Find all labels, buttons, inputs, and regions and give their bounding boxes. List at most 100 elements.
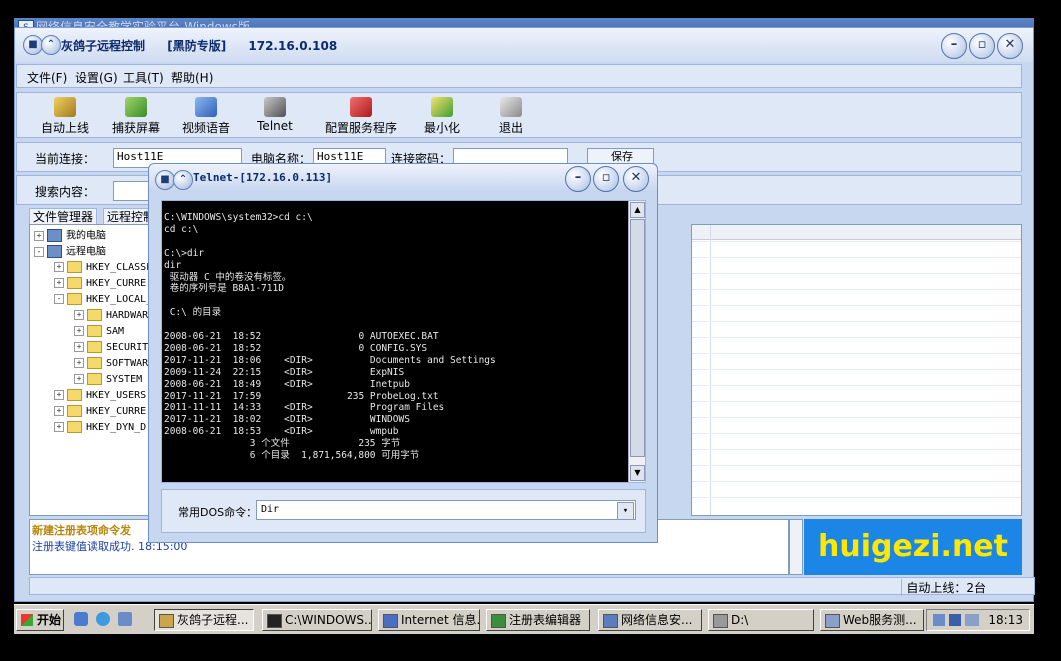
- telnet-system-menu-icon[interactable]: ■: [155, 170, 175, 190]
- list-column-divider[interactable]: [710, 225, 711, 515]
- exit-button[interactable]: 退出: [491, 97, 531, 136]
- minimize-tool-button[interactable]: 最小化: [419, 97, 465, 136]
- task-app-icon: [713, 614, 728, 628]
- task-label: D:\: [731, 613, 749, 627]
- telnet-minimize-button[interactable]: –: [565, 166, 591, 192]
- console-scroll-thumb[interactable]: [630, 219, 645, 457]
- tree-node[interactable]: + SECURIT: [74, 341, 148, 355]
- tree-node[interactable]: + HKEY_CURRE: [54, 277, 146, 291]
- menu-tools[interactable]: 工具(T): [123, 69, 164, 86]
- menu-help[interactable]: 帮助(H): [171, 69, 213, 86]
- app-title-ip: 172.16.0.108: [248, 39, 338, 53]
- maximize-window-button[interactable]: ▫: [969, 33, 995, 59]
- console-line: 驱动器 C 中的卷没有标签。: [164, 271, 292, 283]
- quicklaunch-explorer-icon[interactable]: [118, 612, 132, 626]
- list-gridline: [692, 257, 1021, 258]
- tree-node[interactable]: + HKEY_CURRE: [54, 405, 146, 419]
- tree-node[interactable]: + SYSTEM: [74, 373, 142, 387]
- expand-plus-icon[interactable]: +: [34, 230, 44, 241]
- console-scrollbar[interactable]: ▲ ▼: [628, 201, 645, 482]
- tab-file-manager[interactable]: 文件管理器: [29, 208, 98, 225]
- taskbar-task[interactable]: C:\WINDOWS...: [262, 609, 372, 631]
- config-server-icon: [350, 97, 372, 117]
- tree-node[interactable]: - 远程电脑: [34, 245, 106, 259]
- collapse-minus-icon[interactable]: -: [54, 294, 64, 304]
- telnet-restore-arrows-icon[interactable]: ⌃: [173, 170, 193, 190]
- telnet-close-button[interactable]: ✕: [623, 166, 649, 192]
- chevron-down-icon[interactable]: ▾: [617, 502, 634, 520]
- taskbar-task[interactable]: Internet 信息...: [378, 609, 480, 631]
- minimize-tool-label: 最小化: [423, 121, 460, 135]
- expand-plus-icon[interactable]: +: [74, 310, 84, 320]
- telnet-maximize-button[interactable]: ▫: [593, 166, 619, 192]
- tree-node-label: SOFTWAR: [106, 358, 149, 369]
- log-scrollbar[interactable]: [789, 519, 803, 575]
- menu-file[interactable]: 文件(F): [27, 69, 67, 86]
- expand-plus-icon[interactable]: +: [74, 374, 84, 384]
- tray-network-icon[interactable]: [933, 614, 945, 626]
- capture-screen-button[interactable]: 捕获屏幕: [107, 97, 165, 136]
- video-voice-button[interactable]: 视频语音: [177, 97, 235, 136]
- expand-plus-icon[interactable]: +: [54, 262, 64, 272]
- close-window-button[interactable]: ✕: [997, 33, 1023, 59]
- tree-node[interactable]: + SAM: [74, 325, 124, 339]
- expand-plus-icon[interactable]: +: [74, 342, 84, 352]
- folder-icon: [67, 405, 82, 417]
- auto-online-button[interactable]: 自动上线: [37, 97, 93, 136]
- scroll-up-icon[interactable]: ▲: [630, 202, 645, 218]
- tree-node[interactable]: + HKEY_DYN_D: [54, 421, 146, 435]
- list-gridline: [692, 241, 1021, 242]
- quicklaunch-ie-icon[interactable]: [96, 612, 110, 626]
- expand-plus-icon[interactable]: +: [54, 422, 64, 432]
- tree-node[interactable]: + HKEY_USERS: [54, 389, 146, 403]
- task-label: Web服务测...: [843, 613, 917, 627]
- expand-plus-icon[interactable]: +: [74, 326, 84, 336]
- tree-node-label: HARDWAR: [106, 310, 149, 321]
- command-area: 常用DOS命令： Dir ▾: [161, 489, 646, 533]
- telnet-titlebar: ■ ⌃ Telnet-[172.16.0.113] – ▫ ✕: [149, 164, 657, 192]
- console-line: 2008-06-21 18:53 <DIR> wmpub: [164, 426, 399, 438]
- list-gridline: [692, 481, 1021, 482]
- tree-node[interactable]: + SOFTWAR: [74, 357, 148, 371]
- collapse-minus-icon[interactable]: -: [34, 246, 44, 257]
- computer-icon: [47, 245, 62, 258]
- system-menu-icon[interactable]: ■: [23, 35, 43, 55]
- taskbar-task[interactable]: D:\: [708, 609, 814, 631]
- start-button[interactable]: 开始: [16, 609, 64, 631]
- taskbar-task[interactable]: 网络信息安...: [598, 609, 702, 631]
- tray-nis-icon[interactable]: [965, 614, 979, 626]
- dos-command-select[interactable]: Dir ▾: [256, 500, 636, 520]
- expand-plus-icon[interactable]: +: [54, 390, 64, 400]
- console-line: 3 个文件 235 字节: [164, 438, 401, 450]
- taskbar-task[interactable]: 灰鸽子远程...: [154, 609, 254, 631]
- tray-monitor-icon[interactable]: [949, 614, 961, 626]
- tree-node[interactable]: - HKEY_LOCAL_: [54, 293, 152, 307]
- console-line: 2017-11-21 18:06 <DIR> Documents and Set…: [164, 354, 496, 366]
- expand-plus-icon[interactable]: +: [54, 278, 64, 288]
- tree-node-label: HKEY_USERS: [86, 390, 147, 401]
- tree-node[interactable]: + HARDWAR: [74, 309, 148, 323]
- taskbar-task[interactable]: Web服务测...: [820, 609, 924, 631]
- expand-plus-icon[interactable]: +: [74, 358, 84, 368]
- quicklaunch-desktop-icon[interactable]: [74, 612, 88, 626]
- tree-node[interactable]: + HKEY_CLASSE: [54, 261, 152, 275]
- app-titlebar: ■ ⌃ 灰鸽子远程控制 [黑防专版] 172.16.0.108 – ▫ ✕: [15, 28, 1033, 62]
- tree-node-label: SECURIT: [106, 342, 149, 353]
- menu-settings[interactable]: 设置(G): [75, 69, 118, 86]
- config-server-button[interactable]: 配置服务程序: [321, 97, 401, 136]
- tree-node[interactable]: + 我的电脑: [34, 229, 106, 243]
- task-label: 注册表编辑器: [509, 613, 582, 627]
- list-gridline: [692, 385, 1021, 386]
- expand-plus-icon[interactable]: +: [54, 406, 64, 416]
- log-line-1: 新建注册表项命令发: [32, 524, 131, 537]
- telnet-button[interactable]: Telnet: [253, 97, 297, 133]
- tree-node-label: HKEY_CLASSE: [86, 262, 153, 273]
- taskbar-task[interactable]: 注册表编辑器: [486, 609, 590, 631]
- console-line: 2008-06-21 18:52 0 AUTOEXEC.BAT: [164, 331, 439, 343]
- minimize-window-button[interactable]: –: [941, 33, 967, 59]
- console-line: C:\>dir: [164, 247, 205, 259]
- scroll-down-icon[interactable]: ▼: [630, 465, 645, 481]
- restore-arrows-icon[interactable]: ⌃: [41, 35, 61, 55]
- telnet-console[interactable]: C:\WINDOWS\system32>cd c:\ cd c:\ C:\>dir d…: [161, 200, 646, 483]
